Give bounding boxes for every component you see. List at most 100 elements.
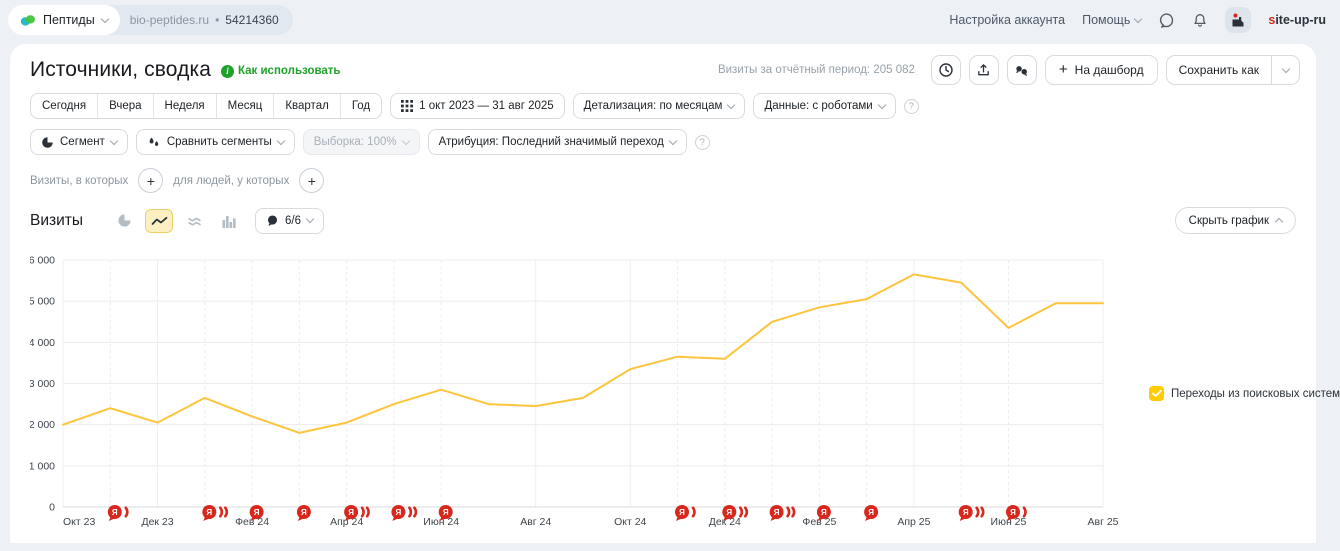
date-range-button[interactable]: 1 окт 2023 — 31 авг 2025 xyxy=(390,93,565,119)
period-tab[interactable]: Квартал xyxy=(274,94,340,118)
report-card: Источники, сводка i Как использовать Виз… xyxy=(10,44,1316,543)
feedback-chat-icon[interactable] xyxy=(1158,12,1175,29)
svg-text:Я: Я xyxy=(1010,508,1016,517)
add-visits-condition-button[interactable]: + xyxy=(138,168,163,193)
add-to-dashboard-button[interactable]: + На дашборд xyxy=(1045,55,1158,85)
counter-name: Пептиды xyxy=(43,13,95,27)
chart-area[interactable]: 01 0002 0003 0004 0005 0006 000Окт 23Дек… xyxy=(30,248,1276,548)
legend-item[interactable]: Переходы из поисковых систем xyxy=(1149,386,1340,401)
visits-series-line xyxy=(63,274,1103,433)
legend-checkbox[interactable] xyxy=(1149,386,1164,401)
save-as-split-button: Сохранить как xyxy=(1166,55,1300,85)
visits-chart: 01 0002 0003 0004 0005 0006 000Окт 23Дек… xyxy=(30,248,1276,548)
svg-text:Окт 24: Окт 24 xyxy=(614,516,646,528)
svg-text:Я: Я xyxy=(112,508,118,517)
svg-text:4 000: 4 000 xyxy=(30,337,55,349)
username[interactable]: site-up-ru xyxy=(1268,13,1326,27)
plus-icon: + xyxy=(1059,62,1068,77)
detail-label: Детализация: по месяцам xyxy=(584,100,723,112)
counter-meta: bio-peptides.ru • 54214360 xyxy=(120,13,293,27)
line-chart-type-button[interactable] xyxy=(145,209,173,233)
sampling-dropdown: Выборка: 100% xyxy=(303,129,420,155)
counter-id: 54214360 xyxy=(225,13,278,27)
counter-switcher[interactable]: Пептиды bio-peptides.ru • 54214360 xyxy=(8,5,293,35)
help-icon[interactable]: ? xyxy=(904,99,919,114)
hide-chart-label: Скрыть график xyxy=(1189,215,1269,227)
notes-filter-dropdown[interactable]: 6/6 xyxy=(255,208,324,234)
user-avatar[interactable] xyxy=(1225,7,1251,33)
data-mode-dropdown[interactable]: Данные: с роботами xyxy=(753,93,895,119)
chevron-down-icon xyxy=(306,215,314,223)
help-icon[interactable]: ? xyxy=(695,135,710,150)
topbar: Пептиды bio-peptides.ru • 54214360 Настр… xyxy=(0,0,1340,40)
chart-event-marker[interactable]: Я xyxy=(864,505,878,521)
history-clock-button[interactable] xyxy=(931,55,961,85)
topbar-right: Настройка аккаунта Помощь site-up-ru xyxy=(949,7,1326,33)
page-title: Источники, сводка xyxy=(30,58,211,82)
add-to-dashboard-label: На дашборд xyxy=(1075,63,1144,77)
chart-title: Визиты xyxy=(30,212,83,230)
svg-text:Я: Я xyxy=(443,508,449,517)
chevron-down-icon xyxy=(727,100,735,108)
chevron-up-icon xyxy=(1275,218,1283,226)
page-header: Источники, сводка i Как использовать Виз… xyxy=(30,55,1300,85)
chevron-down-icon xyxy=(110,136,118,144)
period-tab[interactable]: Сегодня xyxy=(31,94,98,118)
username-rest: ite-up-ru xyxy=(1275,13,1326,27)
svg-text:Авг 24: Авг 24 xyxy=(520,516,551,528)
stacked-chart-type-button[interactable] xyxy=(180,209,208,233)
chevron-down-icon xyxy=(401,136,409,144)
svg-text:Дек 23: Дек 23 xyxy=(141,516,173,528)
period-tab[interactable]: Неделя xyxy=(154,94,217,118)
period-tab[interactable]: Вчера xyxy=(98,94,153,118)
pie-chart-type-button[interactable] xyxy=(110,209,138,233)
period-segmented-control: Сегодня Вчера Неделя Месяц Квартал Год xyxy=(30,93,382,119)
chart-type-switcher xyxy=(110,209,243,233)
period-tab[interactable]: Месяц xyxy=(217,94,275,118)
bullet-separator: • xyxy=(215,13,219,27)
visits-total: Визиты за отчётный период: 205 082 xyxy=(718,64,915,76)
detail-dropdown[interactable]: Детализация: по месяцам xyxy=(573,93,746,119)
chevron-down-icon xyxy=(877,100,885,108)
save-as-button[interactable]: Сохранить как xyxy=(1167,56,1271,84)
svg-text:Окт 23: Окт 23 xyxy=(63,516,95,528)
compare-segments-dropdown[interactable]: Сравнить сегменты xyxy=(136,129,295,155)
save-as-menu-button[interactable] xyxy=(1271,56,1299,84)
counter-select[interactable]: Пептиды xyxy=(8,5,120,35)
period-tab[interactable]: Год xyxy=(341,94,381,118)
header-actions: Визиты за отчётный период: 205 082 + На … xyxy=(718,55,1300,85)
svg-text:Я: Я xyxy=(679,508,685,517)
svg-text:5 000: 5 000 xyxy=(30,296,55,308)
drops-compare-icon xyxy=(147,136,161,149)
svg-text:Я: Я xyxy=(301,508,307,517)
svg-text:Апр 25: Апр 25 xyxy=(897,516,930,528)
svg-text:6 000: 6 000 xyxy=(30,255,55,267)
date-range-label: 1 окт 2023 — 31 авг 2025 xyxy=(419,100,554,112)
add-users-condition-button[interactable]: + xyxy=(299,168,324,193)
notifications-bell-icon[interactable] xyxy=(1192,12,1208,29)
notes-counter: 6/6 xyxy=(285,215,301,227)
export-button[interactable] xyxy=(969,55,999,85)
calendar-grid-icon xyxy=(401,100,413,112)
comments-button[interactable] xyxy=(1007,55,1037,85)
svg-text:2 000: 2 000 xyxy=(30,419,55,431)
chart-header: Визиты 6/6 Скрыть график xyxy=(30,207,1296,234)
svg-text:Авг 25: Авг 25 xyxy=(1087,516,1118,528)
hide-chart-button[interactable]: Скрыть график xyxy=(1175,207,1296,234)
sampling-label: Выборка: 100% xyxy=(314,136,397,148)
svg-text:Я: Я xyxy=(254,508,260,517)
help-menu[interactable]: Помощь xyxy=(1082,13,1141,27)
account-settings-link[interactable]: Настройка аккаунта xyxy=(949,13,1065,27)
bar-chart-type-button[interactable] xyxy=(215,209,243,233)
chevron-down-icon xyxy=(669,136,677,144)
svg-text:Я: Я xyxy=(396,508,402,517)
users-condition-label: для людей, у которых xyxy=(173,175,289,187)
attribution-label: Атрибуция: Последний значимый переход xyxy=(439,136,664,148)
pie-segment-icon xyxy=(41,136,54,149)
how-to-use-link[interactable]: i Как использовать xyxy=(221,65,341,78)
attribution-dropdown[interactable]: Атрибуция: Последний значимый переход xyxy=(428,129,687,155)
compare-segments-label: Сравнить сегменты xyxy=(167,136,272,148)
chart-event-marker[interactable]: Я xyxy=(297,505,311,521)
segment-dropdown[interactable]: Сегмент xyxy=(30,129,128,155)
segment-builder-row: Визиты, в которых + для людей, у которых… xyxy=(30,168,324,193)
